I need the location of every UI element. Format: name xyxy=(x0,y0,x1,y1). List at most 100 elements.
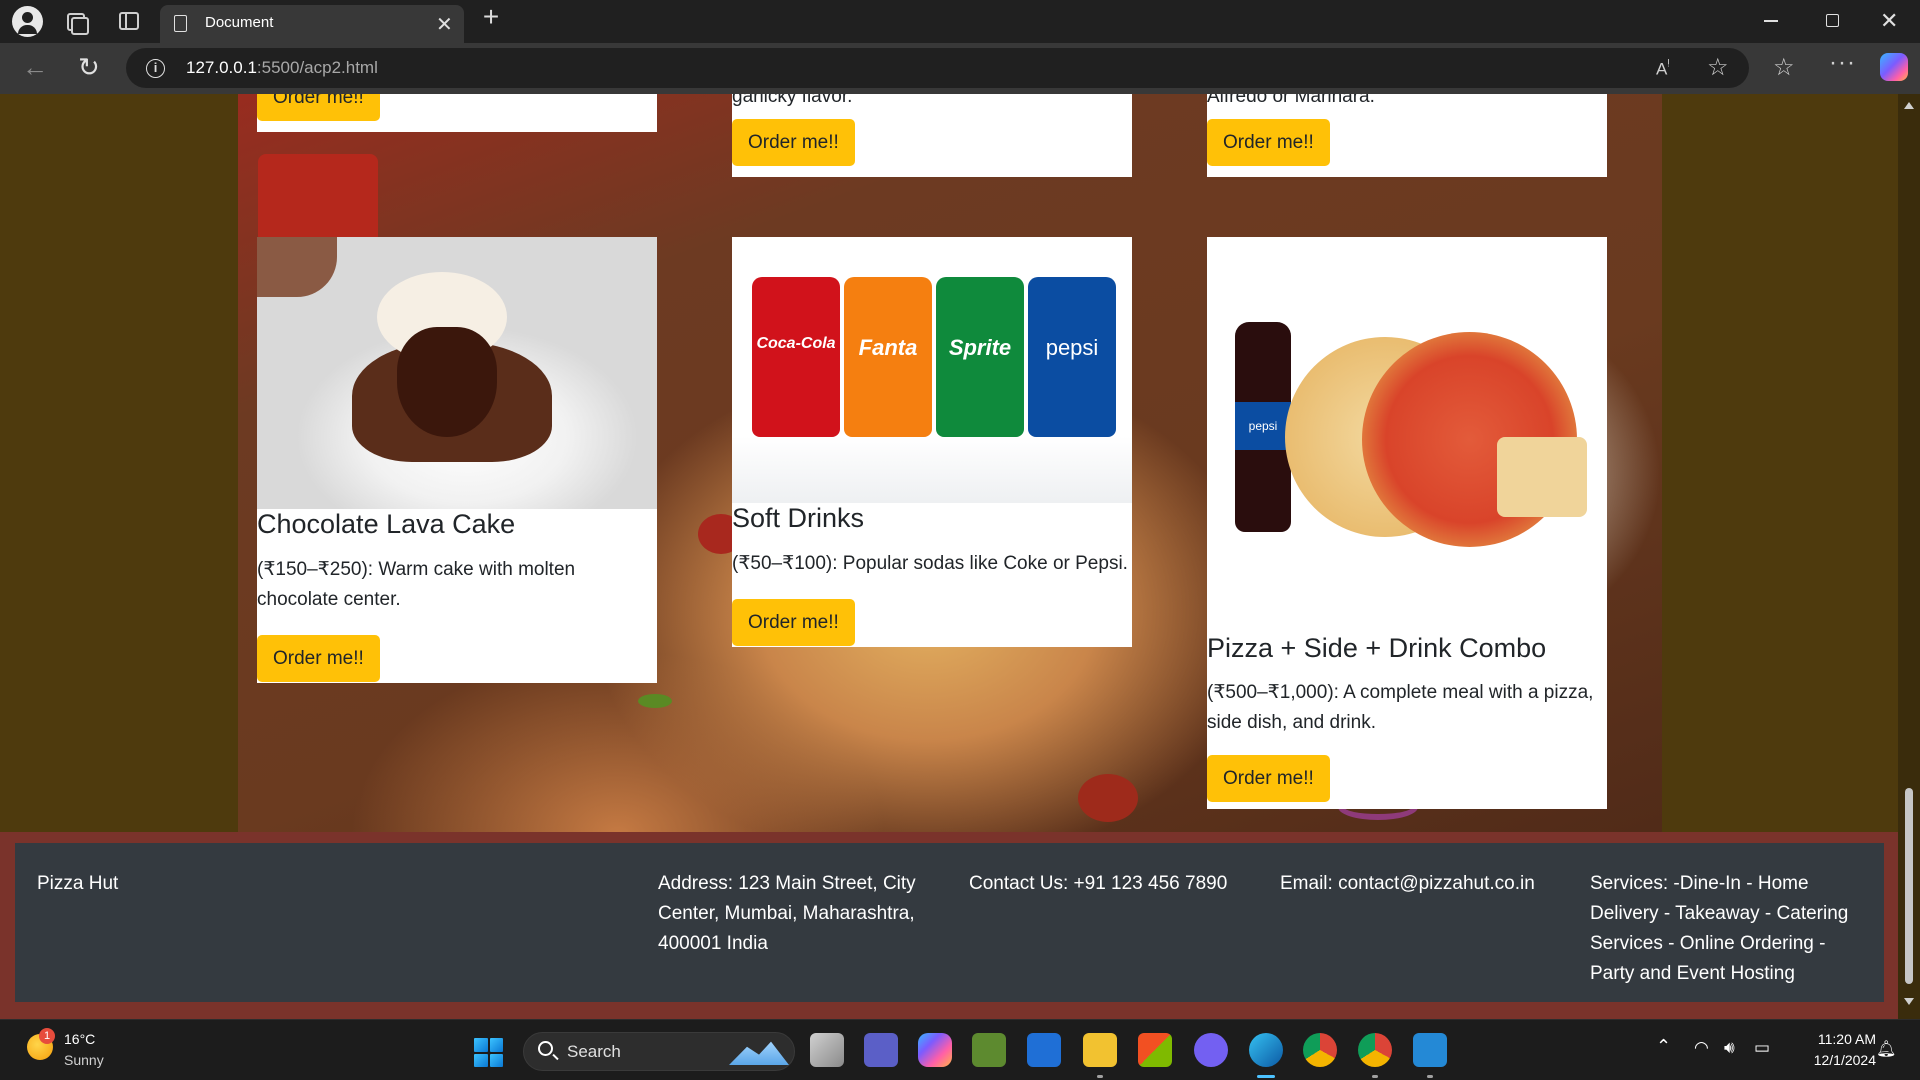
taskbar-search[interactable]: Search xyxy=(523,1032,795,1071)
close-window-icon[interactable]: ✕ xyxy=(1880,8,1898,34)
can-label: Fanta xyxy=(858,335,918,360)
more-options-icon[interactable]: ··· xyxy=(1829,49,1856,77)
card-description: garlicky flavor. xyxy=(732,94,853,107)
clock-time[interactable]: 11:20 AM xyxy=(1800,1031,1876,1047)
favorites-list-icon[interactable]: ☆ xyxy=(1773,53,1795,82)
soft-drinks-image: Coca-Cola Fanta Sprite pepsi xyxy=(732,237,1132,503)
url-text[interactable]: 127.0.0.1:5500/acp2.html xyxy=(186,58,378,78)
tray-chevron-up-icon[interactable]: ⌃ xyxy=(1656,1036,1671,1057)
chrome-profile-icon[interactable] xyxy=(1358,1033,1392,1067)
scrollbar-thumb[interactable] xyxy=(1905,788,1913,984)
profile-icon[interactable] xyxy=(12,6,43,37)
edge-icon[interactable] xyxy=(1249,1033,1283,1067)
battery-icon[interactable]: ▭ xyxy=(1754,1038,1770,1058)
side-dish-shape xyxy=(1497,437,1587,517)
copilot-app-icon[interactable] xyxy=(918,1033,952,1067)
order-button[interactable]: Order me!! xyxy=(1207,119,1330,166)
tab-title: Document xyxy=(205,14,274,31)
sprite-can-shape: Sprite xyxy=(936,277,1024,437)
chocolate-sauce-shape xyxy=(397,327,497,437)
bottle-label: pepsi xyxy=(1235,402,1291,450)
url-path: :5500/acp2.html xyxy=(256,58,378,77)
maximize-icon[interactable] xyxy=(1826,14,1839,27)
weather-condition[interactable]: Sunny xyxy=(64,1052,104,1068)
card-description: (₹50–₹100): Popular sodas like Coke or P… xyxy=(732,553,1128,574)
coca-cola-can-shape: Coca-Cola xyxy=(752,277,840,437)
vertical-tabs-icon[interactable] xyxy=(119,12,139,30)
card-title: Soft Drinks xyxy=(732,503,865,533)
card-description: Alfredo or Marinara. xyxy=(1207,94,1375,107)
footer-border: Pizza Hut Address: 123 Main Street, City… xyxy=(0,832,1906,1019)
can-label: Coca-Cola xyxy=(756,335,836,352)
copilot-icon[interactable] xyxy=(1880,53,1908,81)
reload-icon[interactable]: ↻ xyxy=(78,52,100,83)
weather-temperature[interactable]: 16°C xyxy=(64,1031,95,1047)
background-cake-shape xyxy=(257,237,337,297)
order-button[interactable]: Order me!! xyxy=(732,599,855,646)
clock-date[interactable]: 12/1/2024 xyxy=(1800,1052,1876,1068)
notification-bell-icon[interactable]: 🔔︎ xyxy=(1876,1039,1896,1059)
browser-tab-bar: Document ✕ + ✕ xyxy=(0,0,1920,43)
read-aloud-icon[interactable]: Aᵎ xyxy=(1656,56,1670,80)
scroll-down-arrow-icon[interactable] xyxy=(1904,998,1914,1005)
fanta-can-shape: Fanta xyxy=(844,277,932,437)
menu-card: Order me!! xyxy=(257,94,657,132)
scroll-up-arrow-icon[interactable] xyxy=(1904,102,1914,109)
running-indicator xyxy=(1427,1075,1433,1078)
card-title: Pizza + Side + Drink Combo xyxy=(1207,633,1547,663)
vscode-icon[interactable] xyxy=(1413,1033,1447,1067)
page-viewport: Order me!! garlicky flavor. Order me!! A… xyxy=(0,94,1920,1019)
footer-email: Email: contact@pizzahut.co.in xyxy=(1280,873,1535,894)
footer-brand: Pizza Hut xyxy=(37,873,119,894)
minimize-icon[interactable] xyxy=(1764,20,1778,22)
workspaces-icon[interactable] xyxy=(64,11,89,35)
address-bar[interactable]: i 127.0.0.1:5500/acp2.html Aᵎ ☆ xyxy=(126,48,1749,88)
wifi-icon[interactable]: ◠ xyxy=(1694,1038,1709,1058)
defender-icon[interactable] xyxy=(1027,1033,1061,1067)
tab-document[interactable]: Document ✕ xyxy=(160,5,464,43)
order-button[interactable]: Order me!! xyxy=(1207,755,1330,802)
volume-icon[interactable]: 🔊︎ xyxy=(1724,1038,1735,1058)
footer: Pizza Hut Address: 123 Main Street, City… xyxy=(15,843,1884,1002)
card-description: (₹150–₹250): Warm cake with molten choco… xyxy=(257,559,576,610)
card-title: Chocolate Lava Cake xyxy=(257,509,516,539)
minecraft-icon[interactable] xyxy=(972,1033,1006,1067)
search-label: Search xyxy=(567,1042,621,1061)
new-tab-icon[interactable]: + xyxy=(478,3,504,31)
task-view-icon[interactable] xyxy=(810,1033,844,1067)
teams-icon[interactable] xyxy=(864,1033,898,1067)
card-description: (₹500–₹1,000): A complete meal with a pi… xyxy=(1207,682,1594,733)
can-label: Sprite xyxy=(948,335,1012,360)
favorite-star-icon[interactable]: ☆ xyxy=(1707,53,1729,82)
pepperoni-shape xyxy=(1078,774,1138,822)
running-indicator xyxy=(1097,1075,1103,1078)
file-explorer-icon[interactable] xyxy=(1083,1033,1117,1067)
combo-image: pepsi xyxy=(1207,237,1607,637)
order-button[interactable]: Order me!! xyxy=(257,635,380,682)
pepsi-bottle-shape: pepsi xyxy=(1235,322,1291,532)
order-button[interactable]: Order me!! xyxy=(732,119,855,166)
red-box-shape xyxy=(258,154,378,244)
site-info-icon[interactable]: i xyxy=(146,59,165,78)
store-icon[interactable] xyxy=(1138,1033,1172,1067)
close-tab-icon[interactable]: ✕ xyxy=(436,12,453,37)
menu-card-lava-cake: Chocolate Lava Cake (₹150–₹250): Warm ca… xyxy=(257,237,657,683)
footer-address: Address: 123 Main Street, City Center, M… xyxy=(658,873,916,954)
page-scrollbar[interactable] xyxy=(1898,94,1920,1019)
chrome-icon[interactable] xyxy=(1303,1033,1337,1067)
menu-card: garlicky flavor. Order me!! xyxy=(732,94,1132,177)
url-host: 127.0.0.1 xyxy=(186,58,257,77)
viber-icon[interactable] xyxy=(1194,1033,1228,1067)
lava-cake-image xyxy=(257,237,657,509)
back-arrow-icon[interactable]: ← xyxy=(22,52,48,83)
footer-services: Services: -Dine-In - Home Delivery - Tak… xyxy=(1590,873,1849,984)
browser-toolbar: ← ↻ i 127.0.0.1:5500/acp2.html Aᵎ ☆ ☆ ··… xyxy=(0,43,1920,94)
active-app-indicator xyxy=(1257,1075,1275,1078)
order-button[interactable]: Order me!! xyxy=(257,94,380,121)
pepsi-can-shape: pepsi xyxy=(1028,277,1116,437)
windows-taskbar: 1 16°C Sunny Search ⌃ ◠ 🔊︎ ▭ 11:20 AM 12… xyxy=(0,1019,1920,1080)
menu-card: Alfredo or Marinara. Order me!! xyxy=(1207,94,1607,177)
windows-start-icon[interactable] xyxy=(474,1038,503,1067)
document-icon xyxy=(174,15,187,32)
menu-card-soft-drinks: Coca-Cola Fanta Sprite pepsi Soft Drinks… xyxy=(732,237,1132,647)
